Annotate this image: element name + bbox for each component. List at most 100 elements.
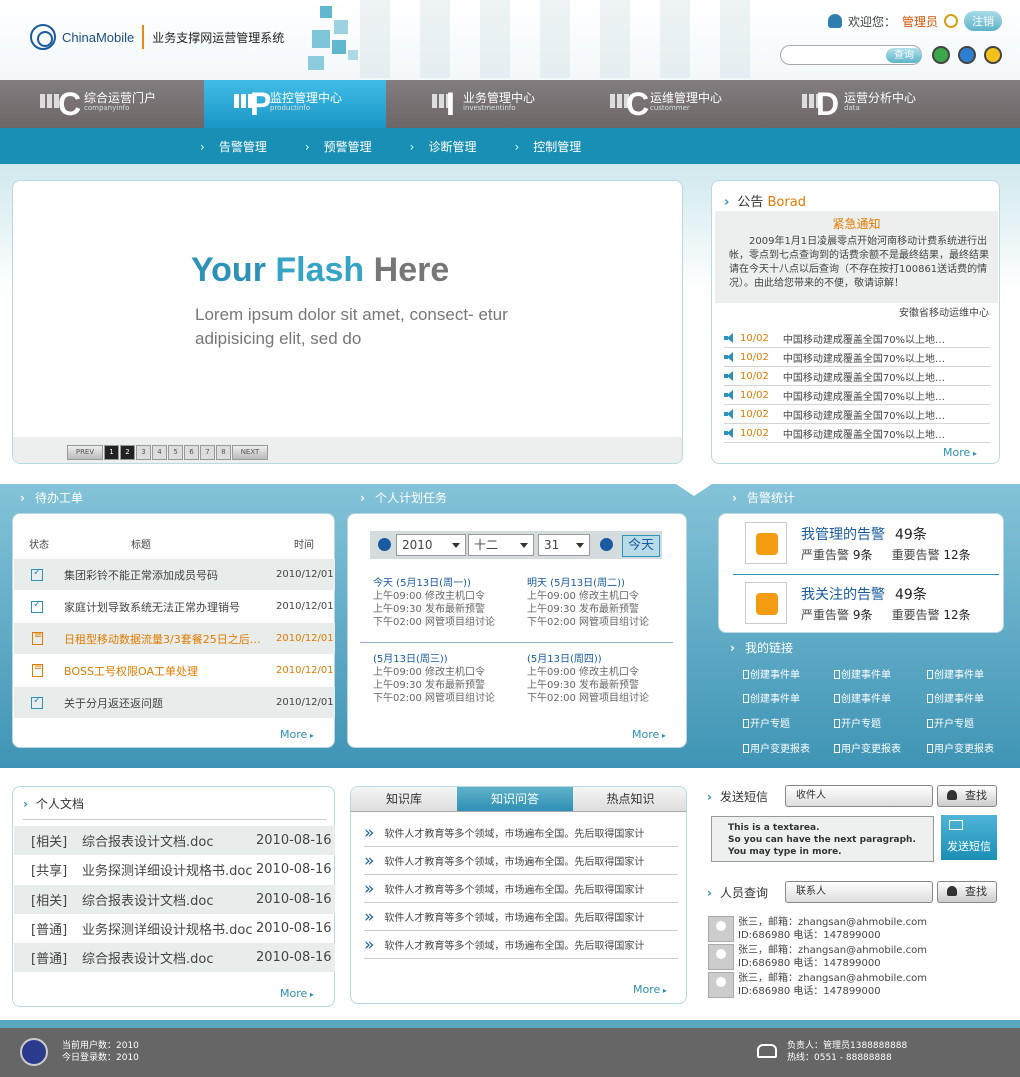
link-item[interactable]: 创建事件单	[834, 690, 891, 705]
footer-contact: 负责人：管理员1388888888 热线：0551 - 88888888	[787, 1041, 908, 1063]
next-button[interactable]: NEXT	[232, 445, 268, 460]
day-select[interactable]: 31	[538, 534, 590, 556]
recipient-input[interactable]: 收件人	[785, 785, 933, 807]
page-1[interactable]: 1	[104, 445, 119, 460]
link-item[interactable]: 用户变更报表	[927, 740, 994, 755]
plan-block[interactable]: (5月13日(周三)) 上午09:00 修改主机口令 上午09:30 发布最新预警下…	[373, 653, 495, 705]
alarm-row-managed[interactable]: 我管理的告警 49条 严重告警 9条 重要告警 12条	[719, 514, 1005, 574]
find-recipient-button[interactable]: 查找	[937, 785, 997, 807]
sms-textarea[interactable]: This is a textarea. So you can have the n…	[711, 816, 934, 862]
notice-item[interactable]: 10/02 中国移动建成覆盖全国70%以上地…	[724, 386, 990, 405]
nav-sublabel: investmentinfo	[463, 104, 516, 112]
urgent-title: 紧急通知	[832, 217, 881, 231]
list-item[interactable]: [相关] 综合报表设计文档.doc 2010-08-16	[14, 885, 335, 914]
page-7[interactable]: 7	[200, 445, 215, 460]
find-contact-button[interactable]: 查找	[937, 881, 997, 903]
divider	[360, 642, 673, 643]
brand[interactable]: ChinaMobile 业务支撑网运营管理系统	[30, 24, 284, 50]
table-row[interactable]: 集团彩铃不能正常添加成员号码2010/12/01	[14, 559, 335, 590]
plan-block[interactable]: 明天 (5月13日(周二)) 上午09:00 修改主机口令 上午09:30 发布最新…	[527, 577, 649, 629]
table-row[interactable]: 家庭计划导致系统无法正常办理销号2010/12/01	[14, 591, 335, 622]
today-button[interactable]: 今天	[622, 535, 660, 557]
notice-item[interactable]: 10/02 中国移动建成覆盖全国70%以上地…	[724, 367, 990, 386]
nav-item-companyinfo[interactable]: C 综合运营门户 companyinfo	[0, 80, 204, 128]
user-role[interactable]: 管理员	[902, 13, 938, 30]
notice-item[interactable]: 10/02 中国移动建成覆盖全国70%以上地…	[724, 348, 990, 367]
notice-item[interactable]: 10/02 中国移动建成覆盖全国70%以上地…	[724, 424, 990, 443]
link-item[interactable]: 创建事件单	[743, 666, 800, 681]
link-item[interactable]: 创建事件单	[927, 666, 984, 681]
prev-date-icon[interactable]	[378, 538, 391, 551]
table-row[interactable]: 日租型移动数据流量3/3套餐25日之后…2010/12/01	[14, 623, 335, 654]
link-item[interactable]: 开户专题	[743, 715, 790, 730]
docs-panel: 个人文档 [相关]综合报表设计文档.doc2010-08-16 [共享]业务探测…	[12, 786, 335, 1007]
list-item[interactable]: 软件人才教育等多个领域，市场遍布全国。先后取得国家计	[364, 875, 678, 903]
person-row[interactable]: 张三，邮箱：zhangsan@ahmobile.com ID:686980 电话：…	[708, 915, 998, 943]
year-select[interactable]: 2010	[396, 534, 466, 556]
tab-hot[interactable]: 热点知识	[573, 787, 686, 812]
link-item[interactable]: 开户专题	[927, 715, 974, 730]
list-item[interactable]: 软件人才教育等多个领域，市场遍布全国。先后取得国家计	[364, 819, 678, 847]
knowledge-more-link[interactable]: More	[633, 983, 667, 996]
link-item[interactable]: 开户专题	[834, 715, 881, 730]
nav-item-investmentinfo[interactable]: I 业务管理中心 investmentinfo	[386, 80, 576, 128]
nav-item-custommer[interactable]: C 运维管理中心 custommer	[576, 80, 766, 128]
tab-knowledge-base[interactable]: 知识库	[351, 787, 457, 812]
subnav-warning[interactable]: 预警管理	[305, 138, 372, 155]
page-8[interactable]: 8	[216, 445, 231, 460]
tab-qa[interactable]: 知识问答	[457, 787, 573, 812]
list-item[interactable]: [普通] 业务探测详细设计规格书.doc 2010-08-16	[14, 914, 335, 943]
notice-item[interactable]: 10/02 中国移动建成覆盖全国70%以上地…	[724, 329, 990, 348]
link-item[interactable]: 用户变更报表	[743, 740, 810, 755]
nav-item-data[interactable]: D 运营分析中心 data	[766, 80, 1020, 128]
subnav-diagnose[interactable]: 诊断管理	[410, 138, 476, 155]
nav-sublabel: companyinfo	[84, 104, 130, 112]
subnav-control[interactable]: 控制管理	[514, 138, 581, 155]
person-row[interactable]: 张三，邮箱：zhangsan@ahmobile.com ID:686980 电话：…	[708, 943, 998, 971]
list-item[interactable]: [共享] 业务探测详细设计规格书.doc 2010-08-16	[14, 855, 335, 884]
list-item[interactable]: 软件人才教育等多个领域，市场遍布全国。先后取得国家计	[364, 903, 678, 931]
page-5[interactable]: 5	[168, 445, 183, 460]
send-sms-button[interactable]: 发送短信	[941, 815, 997, 860]
month-select[interactable]: 十二	[468, 534, 534, 556]
table-row[interactable]: 关于分月返还返问题2010/12/01	[14, 687, 335, 718]
table-row[interactable]: BOSS工号权限OA工单处理2010/12/01	[14, 655, 335, 686]
search-button[interactable]: 查询	[886, 48, 922, 63]
link-item[interactable]: 创建事件单	[743, 690, 800, 705]
page-3[interactable]: 3	[136, 445, 151, 460]
plan-block[interactable]: (5月13日(周四)) 上午09:00 修改主机口令 上午09:30 发布最新预警下…	[527, 653, 649, 705]
pen-icon	[745, 582, 787, 624]
flash-banner[interactable]: Your Flash Here Lorem ipsum dolor sit am…	[12, 180, 683, 464]
next-date-icon[interactable]	[600, 538, 613, 551]
contact-input[interactable]: 联系人	[785, 881, 933, 903]
document-icon	[32, 662, 43, 677]
alarm-row-followed[interactable]: 我关注的告警 49条 严重告警 9条 重要告警 12条	[719, 574, 1005, 634]
notice-more-link[interactable]: More	[943, 446, 977, 459]
page-4[interactable]: 4	[152, 445, 167, 460]
person-row[interactable]: 张三，邮箱：zhangsan@ahmobile.com ID:686980 电话：…	[708, 971, 998, 999]
link-item[interactable]: 创建事件单	[927, 690, 984, 705]
list-item[interactable]: 软件人才教育等多个领域，市场遍布全国。先后取得国家计	[364, 847, 678, 875]
yellow-globe-icon[interactable]	[984, 46, 1002, 64]
list-item[interactable]: [相关] 综合报表设计文档.doc 2010-08-16	[14, 826, 335, 855]
logout-button[interactable]: 注销	[964, 11, 1002, 31]
page-6[interactable]: 6	[184, 445, 199, 460]
plan-block[interactable]: 今天 (5月13日(周一)) 上午09:00 修改主机口令 上午09:30 发布最新…	[373, 577, 495, 629]
blue-globe-icon[interactable]	[958, 46, 976, 64]
nav-item-productinfo[interactable]: P 监控管理中心 productinfo	[204, 80, 386, 128]
docs-more-link[interactable]: More	[280, 987, 314, 1000]
todo-more-link[interactable]: More	[280, 728, 314, 741]
subnav-alarm[interactable]: 告警管理	[200, 138, 267, 155]
link-item[interactable]: 用户变更报表	[834, 740, 901, 755]
green-globe-icon[interactable]	[932, 46, 950, 64]
list-item[interactable]: 软件人才教育等多个领域，市场遍布全国。先后取得国家计	[364, 931, 678, 959]
speaker-icon	[724, 409, 736, 419]
todo-title: 待办工单	[20, 489, 83, 506]
plan-more-link[interactable]: More	[632, 728, 666, 741]
link-item[interactable]: 创建事件单	[834, 666, 891, 681]
list-item[interactable]: [普通] 综合报表设计文档.doc 2010-08-16	[14, 943, 335, 972]
page-2[interactable]: 2	[120, 445, 135, 460]
notice-item[interactable]: 10/02 中国移动建成覆盖全国70%以上地…	[724, 405, 990, 424]
key-icon[interactable]	[944, 14, 958, 28]
prev-button[interactable]: PREV	[67, 445, 103, 460]
